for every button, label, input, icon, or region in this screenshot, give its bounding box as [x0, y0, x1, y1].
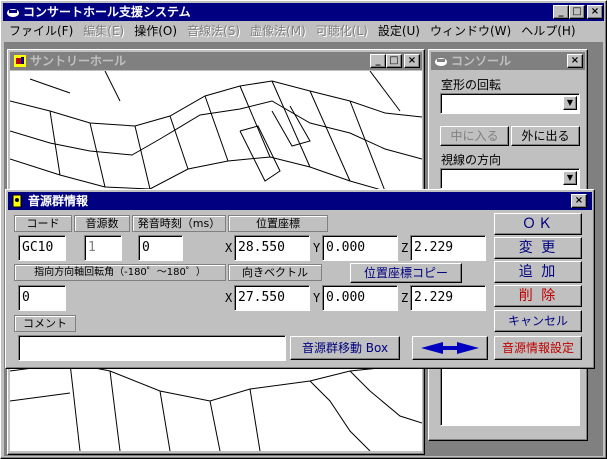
viewport-title: サントリーホール [30, 54, 127, 68]
menu-settings[interactable]: 設定(U) [373, 22, 425, 40]
double-arrow-icon [421, 342, 479, 354]
rotation-angle-label: 指向方向軸回転角（-180゜～180゜） [14, 264, 226, 281]
move-box-button[interactable]: 音源群移動 Box [290, 336, 400, 360]
menu-file[interactable]: ファイル(F) [4, 22, 78, 40]
vector-z-axis: Z [401, 291, 409, 305]
emission-time-label: 発音時刻（ms） [132, 215, 226, 232]
viewport-titlebar[interactable]: サントリーホール [10, 52, 422, 70]
app-title: コンサートホール支援システム [23, 5, 191, 19]
menu-auralization[interactable]: 可聴化(L) [311, 22, 373, 40]
app-close-button[interactable]: × [587, 5, 603, 19]
viewport-close-button[interactable]: × [404, 54, 420, 68]
console-close-button[interactable]: × [567, 54, 583, 68]
dialog-icon [12, 194, 22, 208]
menu-bar: ファイル(F) 編集(E) 操作(O) 音線法(S) 虚像法(M) 可聴化(L) 設定(U)… [4, 22, 602, 40]
app-titlebar[interactable]: コンサートホール支援システム [3, 3, 604, 21]
vector-x-axis: X [225, 291, 233, 305]
vector-y-axis: Y [313, 291, 321, 305]
code-label: コード [14, 215, 72, 232]
inside-button[interactable]: 中に入る [440, 126, 509, 146]
vector-x-field[interactable]: 27.550 [234, 285, 310, 311]
vector-z-field[interactable]: 2.229 [410, 285, 486, 311]
source-count-label: 音源数 [74, 215, 130, 232]
vector-y-field[interactable]: 0.000 [322, 285, 398, 311]
app-maximize-button[interactable]: □ [569, 5, 585, 19]
view-direction-label: 視線の方向 [441, 153, 502, 167]
outside-button[interactable]: 外に出る [511, 126, 580, 146]
menu-window[interactable]: ウィンドウ(W) [425, 22, 516, 40]
comment-field[interactable] [18, 335, 286, 361]
source-settings-button[interactable]: 音源情報設定 [494, 336, 582, 360]
position-z-axis: Z [401, 241, 409, 255]
position-x-field[interactable]: 28.550 [234, 235, 310, 261]
dialog-titlebar[interactable]: 音源群情報 [8, 192, 592, 210]
room-rotation-combo[interactable]: ▼ [440, 93, 580, 114]
change-button[interactable]: 変 更 [494, 237, 582, 259]
source-count-field[interactable]: 1 [84, 235, 122, 261]
console-icon [435, 58, 447, 66]
copy-position-button[interactable]: 位置座標コピー [350, 263, 462, 283]
cancel-button[interactable]: キャンセル [494, 310, 582, 332]
viewport-maximize-button[interactable]: □ [386, 54, 402, 68]
view-direction-combo[interactable]: ▼ [440, 168, 580, 189]
position-y-axis: Y [313, 241, 321, 255]
ok-button[interactable]: ＯＫ [494, 213, 582, 235]
console-output-area[interactable] [440, 360, 580, 426]
emission-time-field[interactable]: 0 [138, 235, 183, 261]
add-button[interactable]: 追 加 [494, 261, 582, 283]
position-x-axis: X [225, 241, 233, 255]
position-y-field[interactable]: 0.000 [322, 235, 398, 261]
app-icon [7, 9, 19, 17]
code-field[interactable]: GC10 [18, 235, 66, 261]
menu-edit[interactable]: 編集(E) [78, 22, 129, 40]
menu-help[interactable]: ヘルプ(H) [516, 22, 580, 40]
console-title: コンソール [451, 54, 512, 68]
position-z-field[interactable]: 2.229 [410, 235, 486, 261]
position-label: 位置座標 [228, 215, 328, 232]
direction-vector-label: 向きベクトル [228, 264, 322, 281]
comment-label: コメント [14, 315, 76, 332]
menu-image-method[interactable]: 虚像法(M) [245, 22, 311, 40]
chevron-down-icon[interactable]: ▼ [563, 171, 577, 185]
app-minimize-button[interactable]: _ [553, 5, 569, 19]
console-titlebar[interactable]: コンソール [431, 52, 585, 70]
dialog-close-button[interactable]: × [571, 194, 587, 208]
menu-ray-method[interactable]: 音線法(S) [182, 22, 245, 40]
direction-arrow-button[interactable] [412, 336, 488, 360]
chevron-down-icon[interactable]: ▼ [563, 96, 577, 110]
menu-operation[interactable]: 操作(O) [129, 22, 182, 40]
rotation-angle-field[interactable]: 0 [18, 285, 66, 311]
delete-button[interactable]: 削 除 [494, 285, 582, 307]
viewport-icon [14, 55, 26, 67]
room-rotation-label: 室形の回転 [441, 78, 502, 92]
dialog-title: 音源群情報 [28, 194, 89, 208]
viewport-minimize-button[interactable]: _ [370, 54, 386, 68]
